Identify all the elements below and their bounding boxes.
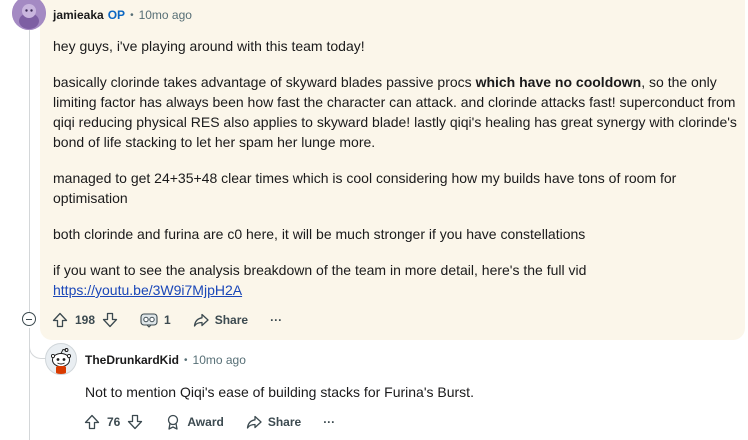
comment-thread: jamieaka OP • 10mo ago hey guys, i've pl… xyxy=(0,0,748,440)
award-label: Award xyxy=(187,415,224,429)
share-label: Share xyxy=(214,313,249,327)
comment-paragraph: if you want to see the analysis breakdow… xyxy=(53,260,743,300)
paragraph-text: basically clorinde takes advantage of sk… xyxy=(53,74,476,90)
comment-meta: TheDrunkardKid • 10mo ago xyxy=(85,353,246,367)
upvote-icon xyxy=(52,312,68,328)
separator-dot: • xyxy=(184,354,188,366)
timestamp[interactable]: 10mo ago xyxy=(193,353,246,367)
upvote-icon xyxy=(84,414,100,430)
award-icon xyxy=(168,414,179,430)
award-icon xyxy=(140,313,158,328)
share-button[interactable]: Share xyxy=(246,414,301,430)
downvote-button[interactable] xyxy=(102,312,118,328)
avatar[interactable] xyxy=(45,343,77,375)
video-link[interactable]: https://youtu.be/3W9i7MjpH2A xyxy=(53,282,242,298)
collapse-icon[interactable] xyxy=(22,312,36,326)
comment-paragraph: hey guys, i've playing around with this … xyxy=(53,38,365,54)
paragraph-text: if you want to see the analysis breakdow… xyxy=(53,262,587,278)
award-count: 1 xyxy=(164,313,171,327)
share-icon xyxy=(246,415,262,429)
vote-count: 76 xyxy=(107,415,121,429)
comment-paragraph: managed to get 24+35+48 clear times whic… xyxy=(53,170,677,206)
comment-actions: 198 1 Share ··· xyxy=(52,310,282,330)
comment-paragraph: basically clorinde takes advantage of sk… xyxy=(53,72,743,152)
share-label: Share xyxy=(267,415,302,429)
author-name[interactable]: jamieaka xyxy=(53,8,104,22)
bold-text: which have no cooldown xyxy=(475,74,642,90)
op-badge: OP xyxy=(107,8,126,22)
comment-actions: 76 Award Share ··· xyxy=(84,412,335,432)
downvote-icon xyxy=(102,312,118,328)
reply-body: Not to mention Qiqi's ease of building s… xyxy=(85,384,474,400)
more-options-button[interactable]: ··· xyxy=(270,313,282,327)
more-options-button[interactable]: ··· xyxy=(323,415,335,429)
downvote-button[interactable] xyxy=(127,414,143,430)
reply-branch-line xyxy=(29,330,46,359)
upvote-button[interactable] xyxy=(84,414,100,430)
timestamp[interactable]: 10mo ago xyxy=(139,8,192,22)
comment-body: hey guys, i've playing around with this … xyxy=(53,36,743,316)
upvote-button[interactable] xyxy=(52,312,68,328)
thread-line[interactable] xyxy=(29,30,30,312)
separator-dot: • xyxy=(130,9,134,21)
comment-meta: jamieaka OP • 10mo ago xyxy=(53,8,192,22)
more-icon: ··· xyxy=(270,313,283,327)
vote-count: 198 xyxy=(75,313,96,327)
share-icon xyxy=(193,313,209,327)
award-button[interactable]: 1 xyxy=(140,312,171,328)
award-button[interactable]: Award xyxy=(165,414,224,430)
downvote-icon xyxy=(128,414,143,430)
more-icon: ··· xyxy=(323,415,336,429)
author-name[interactable]: TheDrunkardKid xyxy=(85,353,179,367)
share-button[interactable]: Share xyxy=(193,312,248,328)
comment-paragraph: both clorinde and furina are c0 here, it… xyxy=(53,226,586,242)
